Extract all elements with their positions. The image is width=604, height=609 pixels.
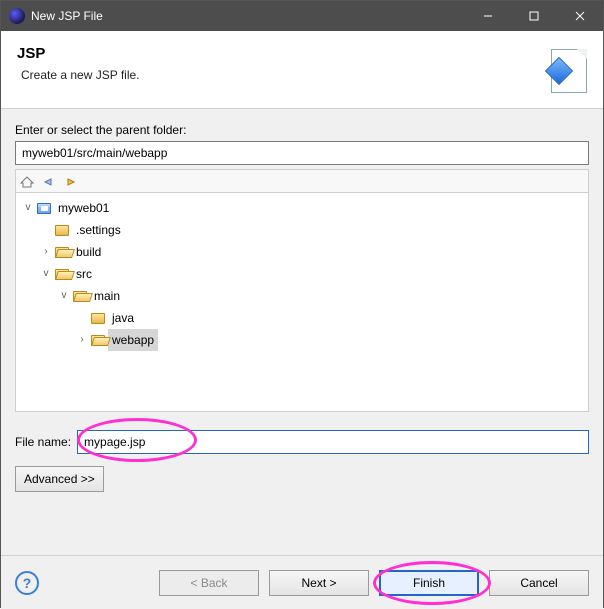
jsp-file-icon — [539, 45, 587, 93]
wizard-content: Enter or select the parent folder: v myw… — [1, 109, 603, 555]
project-icon — [36, 200, 52, 216]
tree-item-java[interactable]: java — [76, 307, 586, 329]
wizard-subtitle: Create a new JSP file. — [21, 68, 140, 82]
tree-item-src[interactable]: v src — [40, 263, 586, 285]
folder-open-icon — [72, 288, 88, 304]
forward-arrow-icon[interactable] — [62, 174, 80, 190]
folder-open-icon — [54, 244, 70, 260]
eclipse-icon — [9, 8, 25, 24]
close-button[interactable] — [557, 1, 603, 31]
tree-item-label: java — [108, 307, 138, 329]
next-button[interactable]: Next > — [269, 570, 369, 596]
chevron-down-icon[interactable]: v — [40, 268, 52, 280]
finish-button[interactable]: Finish — [379, 570, 479, 596]
chevron-down-icon[interactable]: v — [58, 290, 70, 302]
wizard-footer: ? < Back Next > Finish Cancel — [1, 555, 603, 609]
tree-item-label: myweb01 — [54, 197, 113, 219]
tree-item-settings[interactable]: .settings — [40, 219, 586, 241]
parent-folder-label: Enter or select the parent folder: — [15, 123, 589, 137]
filename-label: File name: — [15, 435, 71, 449]
tree-item-label: webapp — [108, 329, 158, 351]
back-arrow-icon[interactable] — [40, 174, 58, 190]
wizard-banner: JSP Create a new JSP file. — [1, 31, 603, 109]
advanced-button[interactable]: Advanced >> — [15, 466, 104, 492]
help-button[interactable]: ? — [15, 571, 39, 595]
cancel-button[interactable]: Cancel — [489, 570, 589, 596]
titlebar: New JSP File — [1, 1, 603, 31]
minimize-button[interactable] — [465, 1, 511, 31]
maximize-button[interactable] — [511, 1, 557, 31]
tree-item-label: build — [72, 241, 105, 263]
filename-input[interactable] — [77, 430, 589, 454]
tree-item-build[interactable]: › build — [40, 241, 586, 263]
home-icon[interactable] — [18, 174, 36, 190]
parent-folder-input[interactable] — [15, 141, 589, 165]
chevron-right-icon[interactable]: › — [76, 334, 88, 346]
tree-item-myweb01[interactable]: v myweb01 — [22, 197, 586, 219]
back-button: < Back — [159, 570, 259, 596]
tree-item-label: .settings — [72, 219, 125, 241]
folder-icon — [54, 222, 70, 238]
folder-open-icon — [90, 332, 106, 348]
tree-toolbar — [15, 169, 589, 192]
tree-item-webapp[interactable]: › webapp — [76, 329, 586, 351]
window-title: New JSP File — [31, 9, 465, 23]
wizard-heading: JSP — [17, 45, 140, 62]
folder-open-icon — [54, 266, 70, 282]
folder-icon — [90, 310, 106, 326]
chevron-right-icon[interactable]: › — [40, 246, 52, 258]
folder-tree[interactable]: v myweb01 .settings › — [15, 192, 589, 412]
tree-item-main[interactable]: v main — [58, 285, 586, 307]
tree-item-label: src — [72, 263, 96, 285]
tree-item-label: main — [90, 285, 124, 307]
chevron-down-icon[interactable]: v — [22, 202, 34, 214]
